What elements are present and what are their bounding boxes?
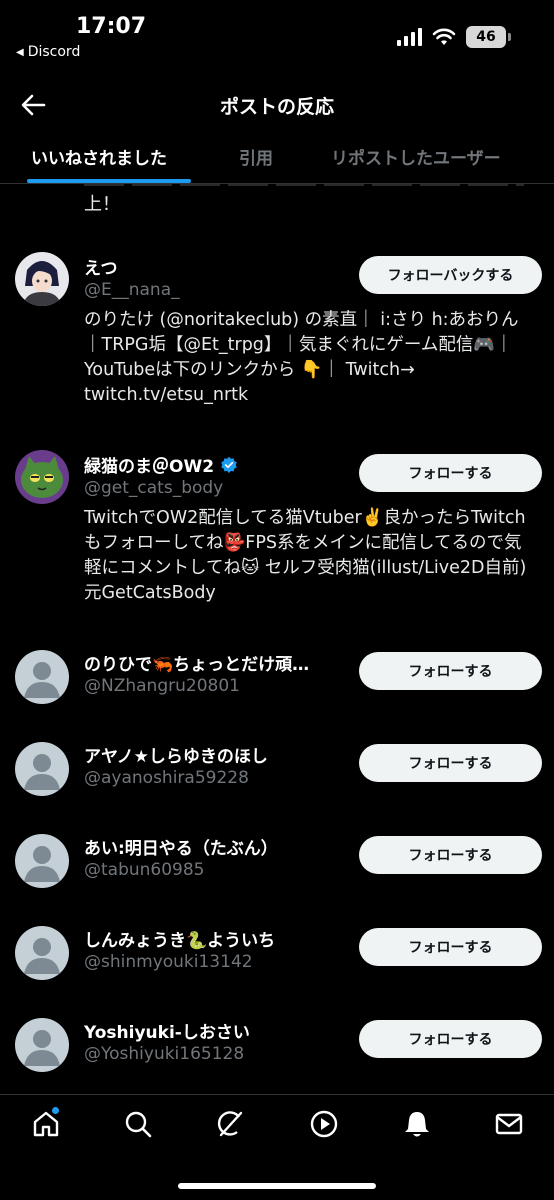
- follow-button[interactable]: フォローする: [359, 744, 542, 782]
- default-avatar[interactable]: [15, 650, 69, 704]
- back-app-label: Discord: [27, 44, 81, 60]
- wifi-icon: [432, 28, 456, 45]
- avatar[interactable]: [15, 252, 69, 306]
- home-notification-dot: [52, 1107, 59, 1114]
- back-to-app-link[interactable]: ◀ Discord: [16, 44, 80, 60]
- user-name[interactable]: アヤノ★しらゆきのほし: [84, 742, 268, 767]
- user-name[interactable]: 緑猫のま＠OW2: [84, 452, 238, 477]
- grok-icon[interactable]: [215, 1109, 245, 1139]
- clipped-bio-text: 上！: [84, 194, 120, 215]
- tab-bar: いいねされました 引用 リポストしたユーザー: [0, 132, 554, 184]
- user-handle: @E__nana_: [84, 280, 180, 300]
- page-title: ポストの反応: [219, 96, 334, 118]
- default-avatar[interactable]: [15, 742, 69, 796]
- follow-button[interactable]: フォローする: [359, 454, 542, 492]
- user-name[interactable]: Yoshiyuki-しおさい: [84, 1018, 250, 1043]
- header: ポストの反応: [0, 80, 554, 130]
- user-list[interactable]: 上！ えつ @E__nana_ フォローバックする のりたけ (@noritak…: [0, 184, 554, 1094]
- user-name[interactable]: しんみょうき🐍よういち: [84, 926, 275, 951]
- active-tab-indicator: [27, 179, 191, 183]
- home-indicator-bar[interactable]: [178, 1183, 376, 1189]
- follow-button[interactable]: フォローする: [359, 928, 542, 966]
- tab-likes[interactable]: いいねされました: [31, 144, 167, 169]
- follow-back-button[interactable]: フォローバックする: [359, 256, 542, 294]
- follow-button[interactable]: フォローする: [359, 652, 542, 690]
- default-avatar[interactable]: [15, 926, 69, 980]
- user-handle: @shinmyouki13142: [84, 952, 253, 972]
- video-play-icon[interactable]: [309, 1109, 339, 1139]
- tab-reposts[interactable]: リポストしたユーザー: [331, 144, 501, 169]
- user-handle: @NZhangru20801: [84, 676, 240, 696]
- user-handle: @tabun60985: [84, 860, 205, 880]
- user-handle: @get_cats_body: [84, 478, 224, 498]
- follow-button[interactable]: フォローする: [359, 836, 542, 874]
- user-handle: @Yoshiyuki165128: [84, 1044, 245, 1064]
- messages-envelope-icon[interactable]: [494, 1109, 524, 1139]
- user-name[interactable]: あい:明日やる（たぶん）: [84, 834, 278, 859]
- user-name[interactable]: えつ: [84, 254, 118, 279]
- user-name[interactable]: のりひで🦐ちょっとだけ頑…: [84, 650, 309, 675]
- avatar[interactable]: [15, 450, 69, 504]
- search-icon[interactable]: [123, 1109, 153, 1139]
- user-handle: @ayanoshira59228: [84, 768, 249, 788]
- user-bio: のりたけ (@noritakeclub) の素直｜ i:さり h:あおりん｜TR…: [84, 310, 519, 405]
- status-bar: 17:07 ◀ Discord 46: [0, 0, 554, 70]
- tab-quotes[interactable]: 引用: [239, 144, 273, 169]
- back-triangle-icon: ◀: [16, 46, 24, 58]
- user-bio: TwitchでOW2配信してる猫Vtuber✌️良かったらTwitchもフォロー…: [84, 508, 527, 603]
- default-avatar[interactable]: [15, 1018, 69, 1072]
- default-avatar[interactable]: [15, 834, 69, 888]
- notifications-bell-icon[interactable]: [402, 1109, 432, 1139]
- bottom-nav: [0, 1094, 554, 1200]
- clipped-previous-bio: [84, 184, 524, 186]
- verified-badge-icon: [221, 456, 237, 473]
- battery-indicator: 46: [466, 26, 511, 48]
- cellular-signal-icon: [397, 28, 422, 46]
- status-time: 17:07: [76, 14, 147, 39]
- follow-button[interactable]: フォローする: [359, 1020, 542, 1058]
